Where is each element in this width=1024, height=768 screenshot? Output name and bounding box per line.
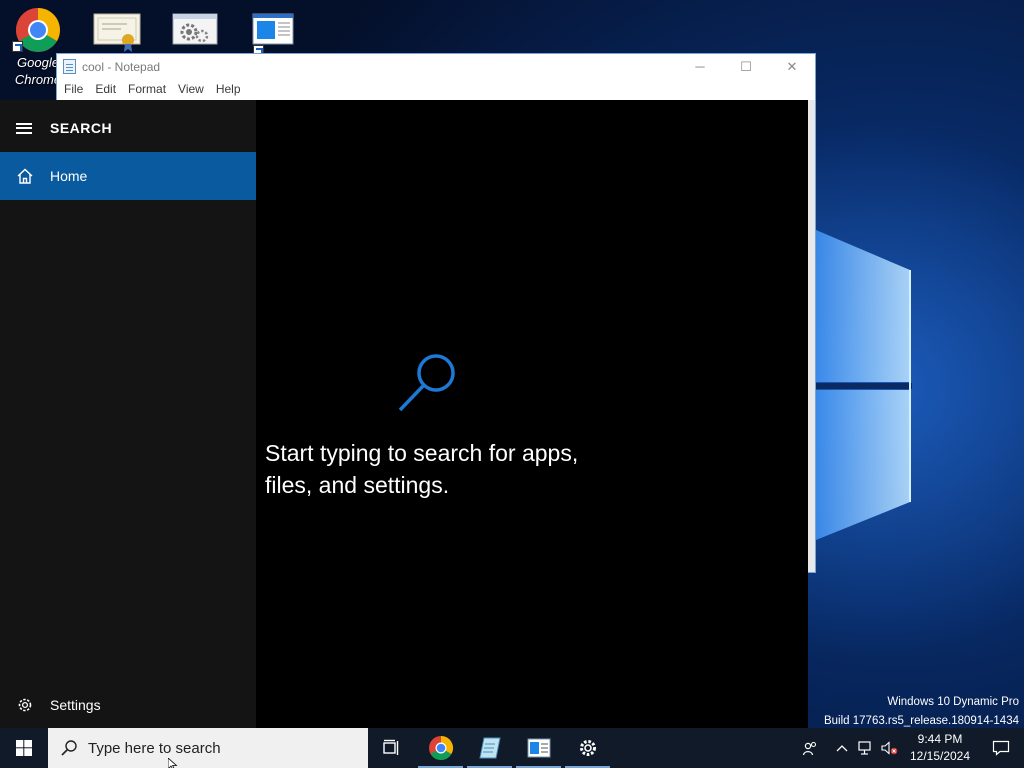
- watermark-edition: Windows 10 Dynamic Pro: [887, 696, 1019, 708]
- desktop-icon-settings-app[interactable]: [157, 10, 233, 56]
- home-icon: [17, 168, 33, 184]
- clock-time: 9:44 PM: [917, 732, 963, 746]
- network-icon[interactable]: [854, 728, 878, 768]
- search-magnifier-icon: [398, 354, 455, 412]
- clock-date: 12/15/2024: [909, 749, 971, 763]
- chrome-icon: [12, 6, 64, 52]
- desktop-icon-window-app[interactable]: [235, 10, 311, 56]
- notepad-titlebar[interactable]: cool - Notepad ─ ☐ ✕: [57, 54, 815, 79]
- taskbar-notepad[interactable]: [465, 728, 514, 768]
- minimize-button[interactable]: ─: [677, 54, 723, 79]
- menu-format[interactable]: Format: [123, 79, 171, 99]
- sidebar-item-label: Settings: [50, 697, 101, 713]
- search-placeholder: Type here to search: [88, 739, 221, 757]
- window-app-icon: [527, 738, 550, 758]
- taskbar-settings[interactable]: [563, 728, 612, 768]
- maximize-button[interactable]: ☐: [723, 54, 769, 79]
- window-app-icon: [247, 10, 299, 56]
- mouse-cursor-icon: [168, 758, 178, 768]
- search-header: SEARCH: [0, 100, 256, 156]
- start-button[interactable]: [0, 728, 48, 768]
- taskbar-chrome[interactable]: [416, 728, 465, 768]
- build-watermark: Windows 10 Dynamic Pro Build 17763.rs5_r…: [824, 693, 1019, 731]
- search-results-area: Start typing to search for apps, files, …: [256, 100, 808, 728]
- people-icon[interactable]: [790, 728, 830, 768]
- shortcut-arrow-icon: [12, 41, 23, 52]
- search-sidebar: SEARCH Home Settings: [0, 100, 256, 728]
- taskbar-search-box[interactable]: Type here to search: [48, 728, 368, 768]
- notepad-icon: [478, 737, 501, 759]
- menu-file[interactable]: File: [59, 79, 88, 99]
- gear-icon: [18, 698, 32, 712]
- search-icon: [61, 740, 77, 756]
- sidebar-item-home[interactable]: Home: [0, 152, 256, 200]
- notepad-icon: [63, 59, 76, 74]
- certificate-icon: [91, 10, 143, 56]
- settings-app-icon: [169, 10, 221, 56]
- taskbar-apps: [368, 728, 612, 768]
- action-center-button[interactable]: [978, 728, 1024, 768]
- taskbar: Type here to search 9:44 PM 12/15/2024: [0, 728, 1024, 768]
- search-hint-text: Start typing to search for apps, files, …: [265, 440, 579, 498]
- taskbar-clock[interactable]: 9:44 PM 12/15/2024: [902, 731, 978, 765]
- system-tray: 9:44 PM 12/15/2024: [790, 728, 1024, 768]
- settings-icon: [579, 740, 596, 756]
- hamburger-menu-icon[interactable]: [16, 122, 32, 134]
- chrome-icon: [428, 736, 453, 761]
- windows-start-icon: [16, 740, 32, 756]
- taskbar-task-view[interactable]: [368, 728, 416, 768]
- search-panel: SEARCH Home Settings Start typing to sea…: [0, 100, 808, 728]
- menu-edit[interactable]: Edit: [90, 79, 121, 99]
- volume-muted-icon[interactable]: [878, 728, 902, 768]
- menu-help[interactable]: Help: [211, 79, 246, 99]
- menu-view[interactable]: View: [173, 79, 209, 99]
- sidebar-item-settings[interactable]: Settings: [0, 682, 256, 728]
- show-hidden-icons-chevron-up-icon[interactable]: [830, 728, 854, 768]
- taskbar-window-app[interactable]: [514, 728, 563, 768]
- desktop-icon-certificate[interactable]: [79, 10, 155, 56]
- close-button[interactable]: ✕: [769, 54, 815, 79]
- sidebar-item-label: Home: [50, 168, 88, 184]
- task-view-icon: [383, 739, 399, 755]
- notepad-title: cool - Notepad: [82, 59, 161, 74]
- people-glyph-icon: [802, 741, 817, 756]
- notification-icon: [992, 740, 1010, 756]
- notepad-menubar: File Edit Format View Help: [57, 79, 815, 99]
- search-header-title: SEARCH: [50, 120, 113, 136]
